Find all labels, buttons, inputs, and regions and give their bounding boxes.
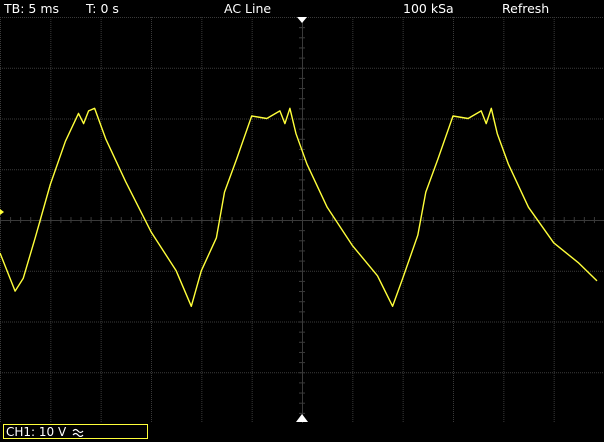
- channel1-trace: [0, 107, 598, 307]
- waveform-display: [0, 17, 604, 424]
- sample-rate-readout: 100 kSa: [403, 1, 454, 16]
- channel-footer: CH1: 10 V: [0, 423, 604, 442]
- acquisition-mode-readout[interactable]: Refresh: [502, 0, 549, 17]
- status-bar: TB: 5 ms T: 0 s AC Line 100 kSa Refresh: [0, 0, 604, 17]
- timebase-readout[interactable]: TB: 5 ms: [4, 0, 59, 17]
- channel1-settings-box[interactable]: CH1: 10 V: [3, 424, 148, 439]
- trigger-position-readout[interactable]: T: 0 s: [86, 0, 119, 17]
- channel1-label: CH1: 10 V: [6, 425, 67, 439]
- trigger-position-marker-bottom-icon[interactable]: [296, 414, 308, 422]
- graticule: [0, 17, 604, 424]
- scope-screen: [0, 17, 604, 424]
- trigger-source-readout[interactable]: AC Line: [224, 0, 271, 17]
- trigger-position-marker-top-icon[interactable]: [297, 17, 307, 23]
- channel1-ground-marker-icon[interactable]: [0, 209, 4, 215]
- ac-coupling-icon: [72, 428, 84, 438]
